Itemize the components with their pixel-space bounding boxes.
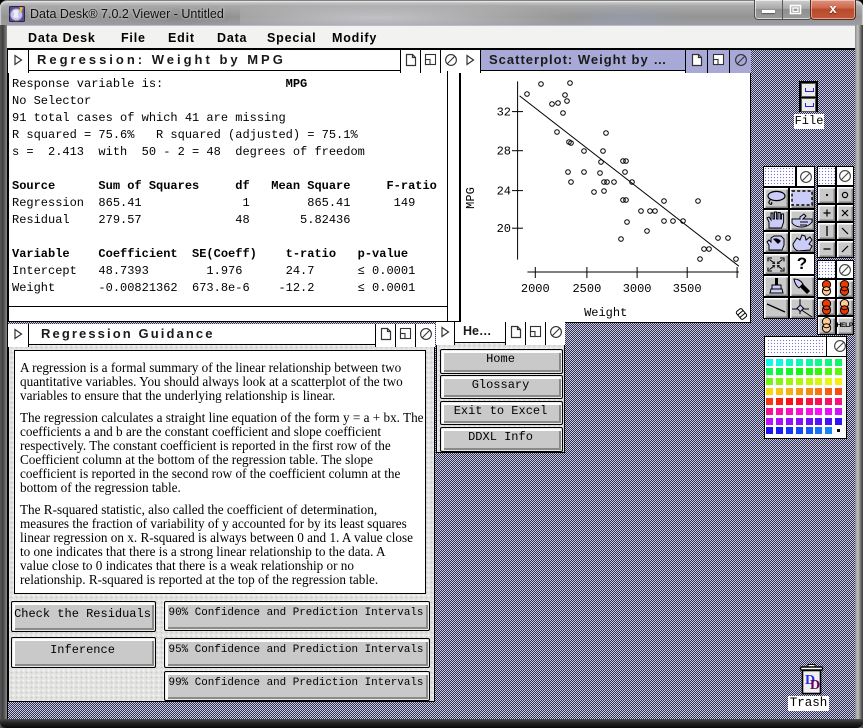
svg-text:2500: 2500 bbox=[572, 282, 601, 296]
svg-text:3500: 3500 bbox=[673, 282, 702, 296]
svg-text:28: 28 bbox=[497, 145, 511, 159]
svg-text:D: D bbox=[810, 678, 820, 693]
svg-text:24: 24 bbox=[497, 185, 511, 199]
svg-text:Weight: Weight bbox=[584, 306, 627, 320]
svg-text:2000: 2000 bbox=[521, 282, 550, 296]
svg-text:MPG: MPG bbox=[464, 187, 478, 209]
svg-text:3000: 3000 bbox=[623, 282, 652, 296]
svg-text:32: 32 bbox=[497, 106, 511, 120]
svg-text:20: 20 bbox=[497, 222, 511, 236]
